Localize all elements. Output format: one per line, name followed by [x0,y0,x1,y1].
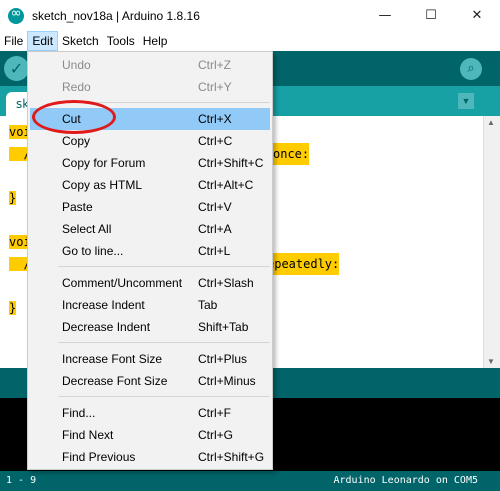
menu-item-label: Increase Font Size [62,352,163,366]
menu-help[interactable]: Help [139,31,172,51]
menu-item-find[interactable]: Find... Ctrl+F [30,402,270,424]
menu-item-label: Paste [62,200,93,214]
menu-item-shortcut: Ctrl+Plus [198,352,248,366]
line-indicator: 1 - 9 [6,475,37,486]
menu-item-shortcut: Tab [198,298,218,312]
menu-item-shortcut: Ctrl+F [198,406,231,420]
editor-scrollbar[interactable] [483,116,500,368]
menu-item-go-to-line[interactable]: Go to line... Ctrl+L [30,240,270,262]
status-bar: 1 - 9 Arduino Leonardo on COM5 [0,471,500,491]
menu-item-shortcut: Ctrl+Shift+C [198,156,264,170]
menu-item-label: Comment/Uncomment [62,276,183,290]
menu-item-label: Find Next [62,428,114,442]
window-controls: — ☐ ✕ [362,0,500,31]
menu-item-label: Find Previous [62,450,136,464]
menu-item-shortcut: Ctrl+A [198,222,232,236]
menu-tools[interactable]: Tools [103,31,139,51]
menu-separator [58,396,270,397]
menu-item-label: Copy as HTML [62,178,143,192]
tab-menu-chevron-icon[interactable]: ▼ [458,93,474,109]
menu-item-shortcut: Ctrl+C [198,134,233,148]
menu-item-comment-uncomment[interactable]: Comment/Uncomment Ctrl+Slash [30,272,270,294]
menu-item-label: Copy for Forum [62,156,146,170]
menu-item-shortcut: Ctrl+Minus [198,374,256,388]
menu-item-decrease-font-size[interactable]: Decrease Font Size Ctrl+Minus [30,370,270,392]
menu-item-copy-for-forum[interactable]: Copy for Forum Ctrl+Shift+C [30,152,270,174]
menu-item-shortcut: Ctrl+X [198,112,232,126]
menu-item-shortcut: Ctrl+Y [198,80,232,94]
menu-item-undo: Undo Ctrl+Z [30,54,270,76]
menu-item-increase-indent[interactable]: Increase Indent Tab [30,294,270,316]
menu-bar: File Edit Sketch Tools Help [0,31,500,51]
menu-sketch[interactable]: Sketch [58,31,103,51]
menu-item-shortcut: Ctrl+Alt+C [198,178,254,192]
close-button[interactable]: ✕ [454,0,500,31]
code-fragment-right: once: [273,143,310,165]
arduino-logo-icon [8,6,24,24]
menu-item-decrease-indent[interactable]: Decrease Indent Shift+Tab [30,316,270,338]
menu-item-label: Undo [62,58,91,72]
menu-item-shortcut: Ctrl+L [198,244,231,258]
verify-check-icon[interactable]: ✓ [4,56,29,81]
minimize-button[interactable]: — [362,0,408,31]
menu-item-shortcut: Ctrl+Slash [198,276,254,290]
menu-separator [58,342,270,343]
menu-separator [58,266,270,267]
serial-monitor-icon[interactable]: ⌕ [460,58,482,80]
code-fragment-left: } [9,191,17,205]
maximize-button[interactable]: ☐ [408,0,454,31]
code-fragment-left: } [9,301,17,315]
menu-item-copy-as-html[interactable]: Copy as HTML Ctrl+Alt+C [30,174,270,196]
annotation-ring [32,100,116,134]
board-indicator: Arduino Leonardo on COM5 [333,475,479,486]
menu-item-redo: Redo Ctrl+Y [30,76,270,98]
menu-item-select-all[interactable]: Select All Ctrl+A [30,218,270,240]
menu-item-label: Increase Indent [62,298,145,312]
menu-item-shortcut: Shift+Tab [198,320,249,334]
menu-item-label: Decrease Font Size [62,374,168,388]
title-bar: sketch_nov18a | Arduino 1.8.16 — ☐ ✕ [0,0,500,31]
menu-item-label: Redo [62,80,91,94]
menu-item-label: Select All [62,222,112,236]
menu-item-label: Decrease Indent [62,320,151,334]
menu-item-shortcut: Ctrl+G [198,428,234,442]
menu-item-increase-font-size[interactable]: Increase Font Size Ctrl+Plus [30,348,270,370]
menu-item-shortcut: Ctrl+V [198,200,232,214]
window-title: sketch_nov18a | Arduino 1.8.16 [32,8,200,23]
code-fragment-right: epeatedly: [267,253,340,275]
menu-edit[interactable]: Edit [27,31,59,51]
menu-item-shortcut: Ctrl+Z [198,58,231,72]
menu-item-label: Find... [62,406,96,420]
menu-item-find-next[interactable]: Find Next Ctrl+G [30,424,270,446]
menu-item-label: Go to line... [62,244,124,258]
menu-file[interactable]: File [0,31,27,51]
menu-item-shortcut: Ctrl+Shift+G [198,450,265,464]
menu-item-find-previous[interactable]: Find Previous Ctrl+Shift+G [30,446,270,468]
menu-item-paste[interactable]: Paste Ctrl+V [30,196,270,218]
